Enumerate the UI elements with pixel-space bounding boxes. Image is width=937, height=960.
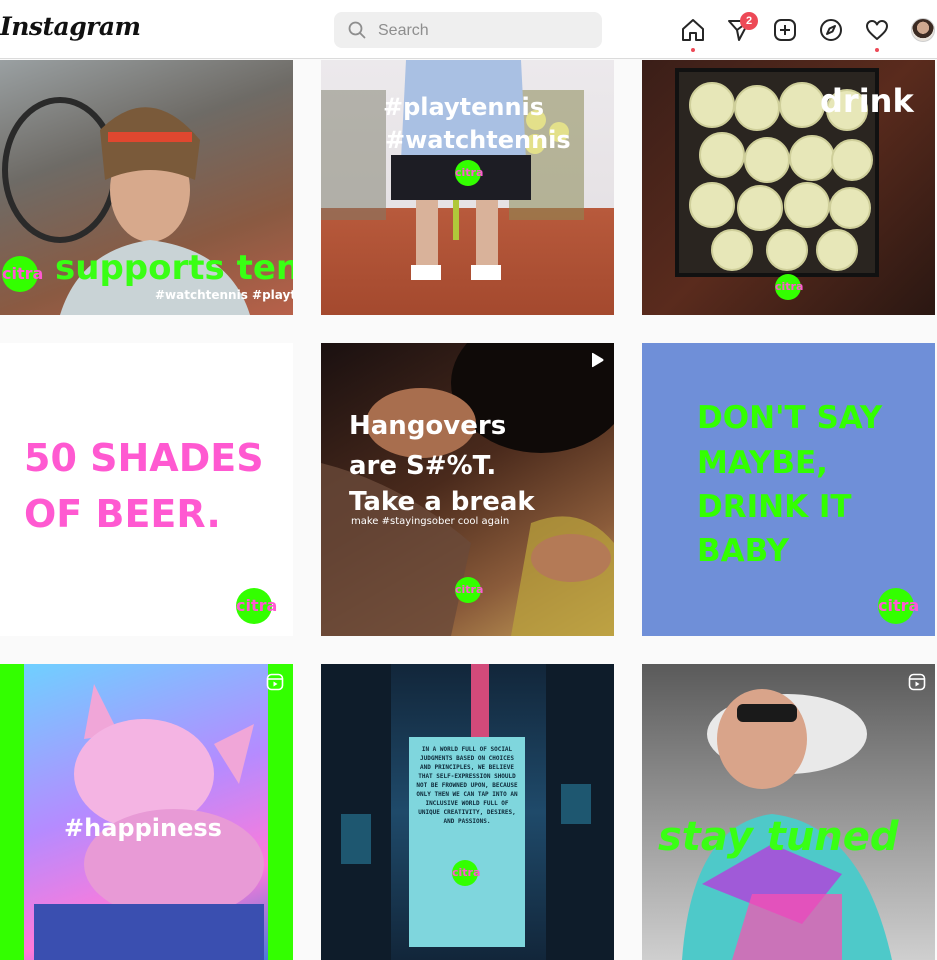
new-post-icon[interactable] bbox=[772, 17, 798, 43]
tile-6-line-2: MAYBE, bbox=[697, 445, 828, 481]
tile-8-sign: IN A WORLD FULL OF SOCIAL JUDGMENTS BASE… bbox=[409, 737, 525, 947]
home-icon[interactable] bbox=[680, 17, 706, 43]
tile-4-line-2: OF BEER. bbox=[24, 492, 221, 536]
citra-logo: citra bbox=[236, 588, 277, 624]
dog-photo bbox=[24, 664, 268, 960]
reels-icon bbox=[266, 673, 284, 691]
post-tile-1[interactable]: citra supports tennis #watchtennis #play… bbox=[0, 60, 293, 315]
post-tile-5[interactable]: Hangovers are S#%T. Take a break make #s… bbox=[321, 343, 614, 636]
post-tile-6[interactable]: DON'T SAY MAYBE, DRINK IT BABY citra bbox=[642, 343, 935, 636]
top-navigation: Instagram 2 bbox=[0, 0, 937, 59]
search-box[interactable] bbox=[334, 12, 602, 50]
post-tile-8[interactable]: IN A WORLD FULL OF SOCIAL JUDGMENTS BASE… bbox=[321, 664, 614, 960]
profile-avatar[interactable] bbox=[911, 18, 935, 42]
grandma-illustration bbox=[682, 689, 892, 960]
tile-1-overlay-text: supports tennis bbox=[55, 248, 293, 288]
notification-badge: 2 bbox=[740, 12, 758, 30]
tile-1-hashtags: #watchtennis #playtennis bbox=[155, 288, 293, 302]
citra-logo: citra bbox=[455, 160, 483, 186]
reels-icon bbox=[908, 673, 926, 691]
tile-9-overlay-text: stay tuned bbox=[658, 814, 899, 860]
tile-7-overlay-text: #happiness bbox=[64, 814, 222, 842]
tile-2-hashtag-1: #playtennis bbox=[383, 93, 545, 121]
explore-icon[interactable] bbox=[818, 17, 844, 43]
tile-5-line-3: Take a break bbox=[349, 487, 535, 517]
video-icon bbox=[592, 352, 604, 368]
tile-4-line-1: 50 SHADES bbox=[24, 436, 264, 480]
search-input[interactable] bbox=[376, 12, 590, 50]
tile-2-hashtag-2: #watchtennis bbox=[385, 126, 571, 154]
post-tile-9[interactable]: stay tuned bbox=[642, 664, 935, 960]
tile-5-line-2: are S#%T. bbox=[349, 451, 497, 481]
activity-dot bbox=[875, 48, 879, 52]
instagram-logo[interactable]: Instagram bbox=[0, 12, 141, 41]
citra-logo: citra bbox=[878, 588, 919, 624]
post-tile-7[interactable]: #happiness bbox=[0, 664, 293, 960]
post-tile-2[interactable]: #playtennis #watchtennis citra bbox=[321, 60, 614, 315]
tile-5-caption: make #stayingsober cool again bbox=[351, 516, 510, 527]
home-active-dot bbox=[691, 48, 695, 52]
citra-logo: citra bbox=[455, 577, 483, 603]
activity-icon[interactable] bbox=[864, 17, 890, 43]
citra-logo: citra bbox=[775, 274, 803, 300]
tile-5-line-1: Hangovers bbox=[349, 411, 507, 441]
search-icon bbox=[348, 21, 366, 39]
tile-6-line-3: DRINK IT bbox=[697, 489, 852, 525]
citra-logo: citra bbox=[2, 256, 43, 292]
post-tile-4[interactable]: 50 SHADES OF BEER. citra bbox=[0, 343, 293, 636]
bull-terrier-illustration bbox=[34, 684, 264, 960]
tile-6-line-1: DON'T SAY bbox=[697, 400, 883, 436]
tile-3-overlay-text: drink bbox=[820, 82, 914, 120]
tile-6-line-4: BABY bbox=[697, 533, 790, 569]
citra-logo: citra bbox=[452, 860, 480, 886]
post-tile-3[interactable]: drink citra bbox=[642, 60, 935, 315]
